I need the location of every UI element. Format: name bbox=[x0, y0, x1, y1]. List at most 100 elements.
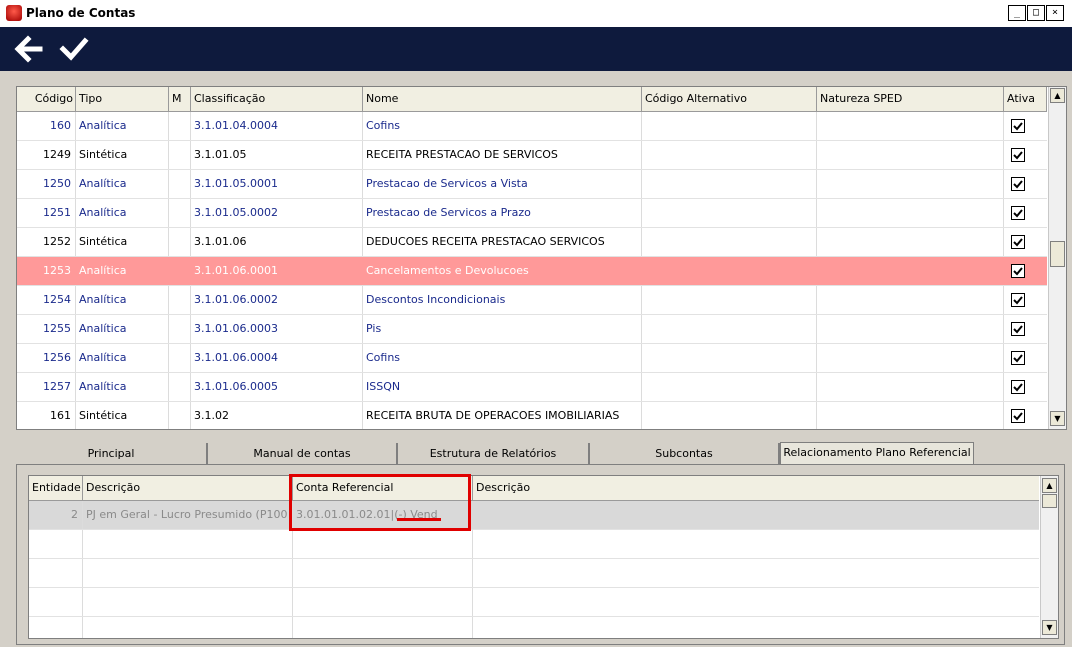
ativa-checkbox[interactable] bbox=[1011, 322, 1025, 336]
scroll-up-arrow[interactable]: ▲ bbox=[1050, 88, 1065, 103]
confirm-button[interactable] bbox=[58, 33, 90, 65]
cell-codigo: 1251 bbox=[17, 199, 76, 227]
cell-ativa bbox=[1004, 112, 1047, 140]
cell-descricao-referencial bbox=[473, 501, 1039, 529]
ativa-checkbox[interactable] bbox=[1011, 148, 1025, 162]
ativa-checkbox[interactable] bbox=[1011, 380, 1025, 394]
account-row[interactable]: 1249 Sintética 3.1.01.05 RECEITA PRESTACAO … bbox=[17, 141, 1047, 170]
cell-natureza-sped bbox=[817, 402, 1004, 429]
close-button[interactable]: × bbox=[1046, 5, 1064, 21]
col-header-codigo[interactable]: Código bbox=[17, 87, 76, 111]
col-header-tipo[interactable]: Tipo bbox=[76, 87, 169, 111]
ativa-checkbox[interactable] bbox=[1011, 235, 1025, 249]
maximize-button[interactable]: □ bbox=[1027, 5, 1045, 21]
annotation-underline bbox=[397, 518, 441, 521]
cell-codigo: 1253 bbox=[17, 257, 76, 285]
cell-natureza-sped bbox=[817, 141, 1004, 169]
scroll-thumb[interactable] bbox=[1042, 494, 1057, 508]
ativa-checkbox[interactable] bbox=[1011, 206, 1025, 220]
cell-codigo: 1250 bbox=[17, 170, 76, 198]
cell-nome: Cancelamentos e Devolucoes bbox=[363, 257, 642, 285]
cell-m bbox=[169, 286, 191, 314]
tab-principal[interactable]: Principal bbox=[16, 443, 208, 464]
ativa-checkbox[interactable] bbox=[1011, 119, 1025, 133]
checkmark-icon bbox=[1013, 383, 1023, 392]
account-row[interactable]: 160 Analítica 3.1.01.04.0004 Cofins bbox=[17, 112, 1047, 141]
account-row[interactable]: 161 Sintética 3.1.02 RECEITA BRUTA DE OPERA… bbox=[17, 402, 1047, 429]
referencial-empty-row[interactable] bbox=[29, 617, 1039, 638]
ativa-checkbox[interactable] bbox=[1011, 264, 1025, 278]
cell-nome: Pis bbox=[363, 315, 642, 343]
tab-manual-de-contas[interactable]: Manual de contas bbox=[208, 443, 398, 464]
arrow-left-icon bbox=[14, 35, 43, 63]
scroll-thumb[interactable] bbox=[1050, 241, 1065, 267]
account-row[interactable]: 1251 Analítica 3.1.01.05.0002 Prestacao de … bbox=[17, 199, 1047, 228]
col-header-descricao-referencial[interactable]: Descrição bbox=[473, 476, 1039, 500]
col-header-descricao[interactable]: Descrição bbox=[83, 476, 293, 500]
ativa-checkbox[interactable] bbox=[1011, 351, 1025, 365]
cell-ativa bbox=[1004, 373, 1047, 401]
cell-classificacao: 3.1.01.06.0001 bbox=[191, 257, 363, 285]
cell-nome: RECEITA BRUTA DE OPERACOES IMOBILIARIAS bbox=[363, 402, 642, 429]
cell-natureza-sped bbox=[817, 344, 1004, 372]
account-row[interactable]: 1250 Analítica 3.1.01.05.0001 Prestacao de … bbox=[17, 170, 1047, 199]
referencial-row[interactable]: 2 PJ em Geral - Lucro Presumido (P100 - … bbox=[29, 501, 1039, 530]
col-header-classificacao[interactable]: Classificação bbox=[191, 87, 363, 111]
ativa-checkbox[interactable] bbox=[1011, 293, 1025, 307]
cell-ativa bbox=[1004, 402, 1047, 429]
referencial-scrollbar[interactable]: ▲ ▼ bbox=[1040, 476, 1058, 638]
cell-natureza-sped bbox=[817, 112, 1004, 140]
cell-m bbox=[169, 141, 191, 169]
col-header-natureza-sped[interactable]: Natureza SPED bbox=[817, 87, 1004, 111]
ativa-checkbox[interactable] bbox=[1011, 177, 1025, 191]
account-row[interactable]: 1253 Analítica 3.1.01.06.0001 Cancelamentos… bbox=[17, 257, 1047, 286]
referencial-empty-row[interactable] bbox=[29, 588, 1039, 617]
cell-nome: Descontos Incondicionais bbox=[363, 286, 642, 314]
tab-estrutura-de-relatorios[interactable]: Estrutura de Relatórios bbox=[398, 443, 590, 464]
minimize-button[interactable]: _ bbox=[1008, 5, 1026, 21]
cell-ativa bbox=[1004, 199, 1047, 227]
cell-natureza-sped bbox=[817, 199, 1004, 227]
cell-codigo: 1249 bbox=[17, 141, 76, 169]
col-header-m[interactable]: M bbox=[169, 87, 191, 111]
cell-nome: RECEITA PRESTACAO DE SERVICOS bbox=[363, 141, 642, 169]
scroll-down-arrow[interactable]: ▼ bbox=[1050, 411, 1065, 426]
account-row[interactable]: 1256 Analítica 3.1.01.06.0004 Cofins bbox=[17, 344, 1047, 373]
account-row[interactable]: 1252 Sintética 3.1.01.06 DEDUCOES RECEITA P… bbox=[17, 228, 1047, 257]
cell-nome: ISSQN bbox=[363, 373, 642, 401]
cell-tipo: Sintética bbox=[76, 402, 169, 429]
cell-codigo-alternativo bbox=[642, 373, 817, 401]
cell-natureza-sped bbox=[817, 257, 1004, 285]
back-button[interactable] bbox=[12, 33, 44, 65]
col-header-entidade[interactable]: Entidade bbox=[29, 476, 83, 500]
col-header-ativa[interactable]: Ativa bbox=[1004, 87, 1047, 111]
checkmark-icon bbox=[1013, 267, 1023, 276]
cell-m bbox=[169, 402, 191, 429]
cell-ativa bbox=[1004, 228, 1047, 256]
tab-relacionamento-plano-referencial[interactable]: Relacionamento Plano Referencial bbox=[780, 442, 974, 464]
cell-nome: Cofins bbox=[363, 112, 642, 140]
cell-classificacao: 3.1.02 bbox=[191, 402, 363, 429]
tab-subcontas[interactable]: Subcontas bbox=[590, 443, 780, 464]
accounts-scrollbar[interactable]: ▲ ▼ bbox=[1048, 87, 1066, 429]
account-row[interactable]: 1254 Analítica 3.1.01.06.0002 Descontos Inc… bbox=[17, 286, 1047, 315]
referencial-empty-row[interactable] bbox=[29, 530, 1039, 559]
cell-codigo: 1252 bbox=[17, 228, 76, 256]
ativa-checkbox[interactable] bbox=[1011, 409, 1025, 423]
account-row[interactable]: 1255 Analítica 3.1.01.06.0003 Pis bbox=[17, 315, 1047, 344]
window-controls: _ □ × bbox=[1008, 5, 1064, 21]
col-header-nome[interactable]: Nome bbox=[363, 87, 642, 111]
scroll-up-arrow[interactable]: ▲ bbox=[1042, 478, 1057, 493]
referencial-empty-row[interactable] bbox=[29, 559, 1039, 588]
scroll-down-arrow[interactable]: ▼ bbox=[1042, 620, 1057, 635]
col-header-codigo-alternativo[interactable]: Código Alternativo bbox=[642, 87, 817, 111]
app-icon bbox=[6, 5, 22, 21]
cell-codigo-alternativo bbox=[642, 170, 817, 198]
cell-natureza-sped bbox=[817, 228, 1004, 256]
cell-classificacao: 3.1.01.05.0001 bbox=[191, 170, 363, 198]
account-row[interactable]: 1257 Analítica 3.1.01.06.0005 ISSQN bbox=[17, 373, 1047, 402]
cell-tipo: Analítica bbox=[76, 286, 169, 314]
cell-m bbox=[169, 257, 191, 285]
cell-codigo: 1256 bbox=[17, 344, 76, 372]
cell-codigo: 1254 bbox=[17, 286, 76, 314]
